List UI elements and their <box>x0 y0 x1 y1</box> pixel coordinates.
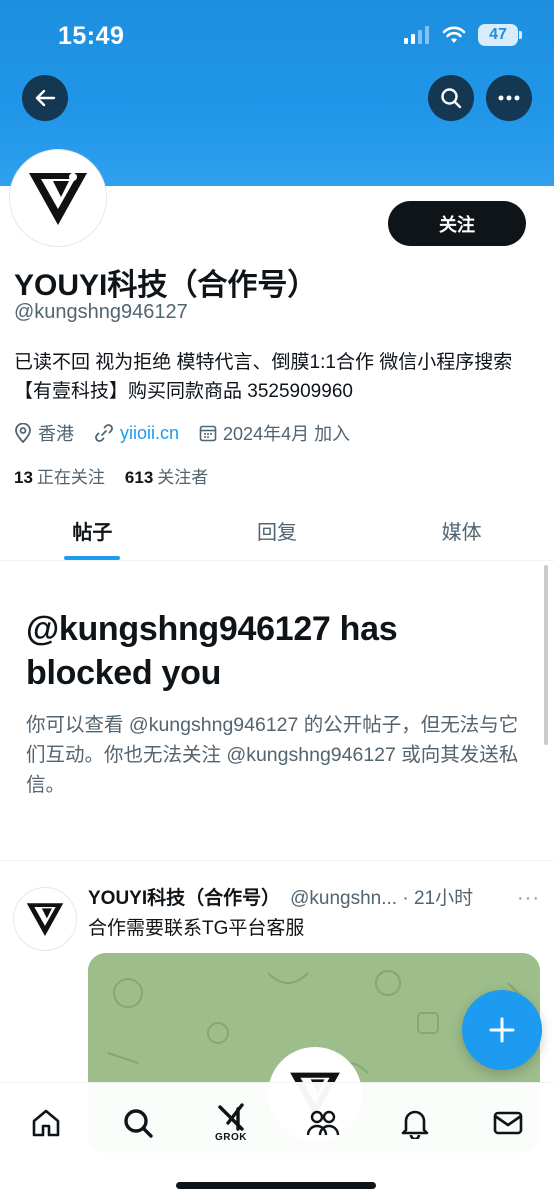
location-text: 香港 <box>38 424 74 444</box>
profile-joined: 2024年4月 加入 <box>199 420 350 446</box>
plus-icon <box>489 1017 515 1043</box>
follow-button[interactable]: 关注 <box>388 201 526 246</box>
blocked-message: 你可以查看 @kungshng946127 的公开帖子，但无法与它们互动。你也无… <box>26 714 519 796</box>
profile-bio: 已读不回 视为拒绝 模特代言、倒膜1:1合作 微信小程序搜索【有壹科技】购买同款… <box>14 352 513 402</box>
following-count: 13 <box>14 468 33 487</box>
search-icon <box>441 88 462 109</box>
bell-icon <box>401 1110 429 1139</box>
arrow-left-icon <box>35 89 56 107</box>
nav-messages[interactable] <box>486 1101 530 1145</box>
following-count-link[interactable]: 13 正在关注 <box>14 463 105 488</box>
compose-button[interactable] <box>462 990 542 1070</box>
profile-avatar[interactable] <box>10 150 106 246</box>
location-pin-icon <box>15 423 31 443</box>
back-button[interactable] <box>22 75 68 121</box>
following-label: 正在关注 <box>36 468 105 487</box>
wifi-icon <box>442 26 466 43</box>
tab-replies[interactable]: 回复 <box>185 500 370 560</box>
nav-grok[interactable]: GROK <box>209 1101 253 1145</box>
nav-notifications[interactable] <box>393 1101 437 1145</box>
grok-label: GROK <box>215 1132 247 1143</box>
blocked-title: @kungshng946127 has blocked you <box>26 610 398 692</box>
nav-home[interactable] <box>24 1101 68 1145</box>
search-icon <box>124 1109 153 1138</box>
divider <box>0 860 554 861</box>
followers-count: 613 <box>124 468 154 487</box>
tab-media[interactable]: 媒体 <box>369 500 554 560</box>
tweet-avatar[interactable] <box>14 888 76 950</box>
profile-location: 香港 <box>14 420 74 446</box>
follow-counts: 13 正在关注 613 关注者 <box>14 463 208 488</box>
link-icon <box>95 424 113 442</box>
profile-name: YOUYI科技（合作号） <box>14 269 318 302</box>
profile-tabs: 帖子 回复 媒体 <box>0 500 554 561</box>
nav-communities[interactable] <box>301 1101 345 1145</box>
calendar-icon <box>199 425 217 442</box>
profile-meta: 香港 yiioii.cn 2024年4月 加入 <box>14 420 370 446</box>
followers-count-link[interactable]: 613 关注者 <box>125 463 208 488</box>
tab-posts[interactable]: 帖子 <box>0 500 185 560</box>
tweet-text: 合作需要联系TG平台客服 <box>88 918 305 939</box>
followers-label: 关注者 <box>157 468 209 487</box>
battery-indicator: 47 <box>478 24 522 46</box>
status-icons: 47 <box>404 24 522 46</box>
cellular-signal-icon <box>404 26 429 44</box>
tweet-handle-time: @kungshn... · 21小时 <box>290 888 474 909</box>
scrollbar[interactable] <box>544 565 548 745</box>
youyi-logo <box>29 173 87 225</box>
more-options-button[interactable] <box>486 75 532 121</box>
more-horizontal-icon <box>498 95 520 101</box>
status-time: 15:49 <box>58 22 125 50</box>
tweet-header: YOUYI科技（合作号） @kungshn... · 21小时 <box>88 883 473 910</box>
profile-website[interactable]: yiioii.cn <box>94 423 179 444</box>
tweet-more-button[interactable]: ··· <box>517 887 540 910</box>
tweet-author-name[interactable]: YOUYI科技（合作号） <box>88 883 280 910</box>
joined-text: 2024年4月 加入 <box>223 424 351 444</box>
communities-icon <box>306 1110 340 1136</box>
home-icon <box>32 1109 60 1137</box>
website-link[interactable]: yiioii.cn <box>120 423 179 444</box>
search-button[interactable] <box>428 75 474 121</box>
youyi-logo <box>26 903 64 936</box>
grok-icon <box>218 1103 244 1131</box>
nav-search[interactable] <box>116 1101 160 1145</box>
profile-handle: @kungshng946127 <box>14 301 188 323</box>
mail-icon <box>493 1111 523 1135</box>
home-indicator[interactable] <box>176 1182 376 1189</box>
